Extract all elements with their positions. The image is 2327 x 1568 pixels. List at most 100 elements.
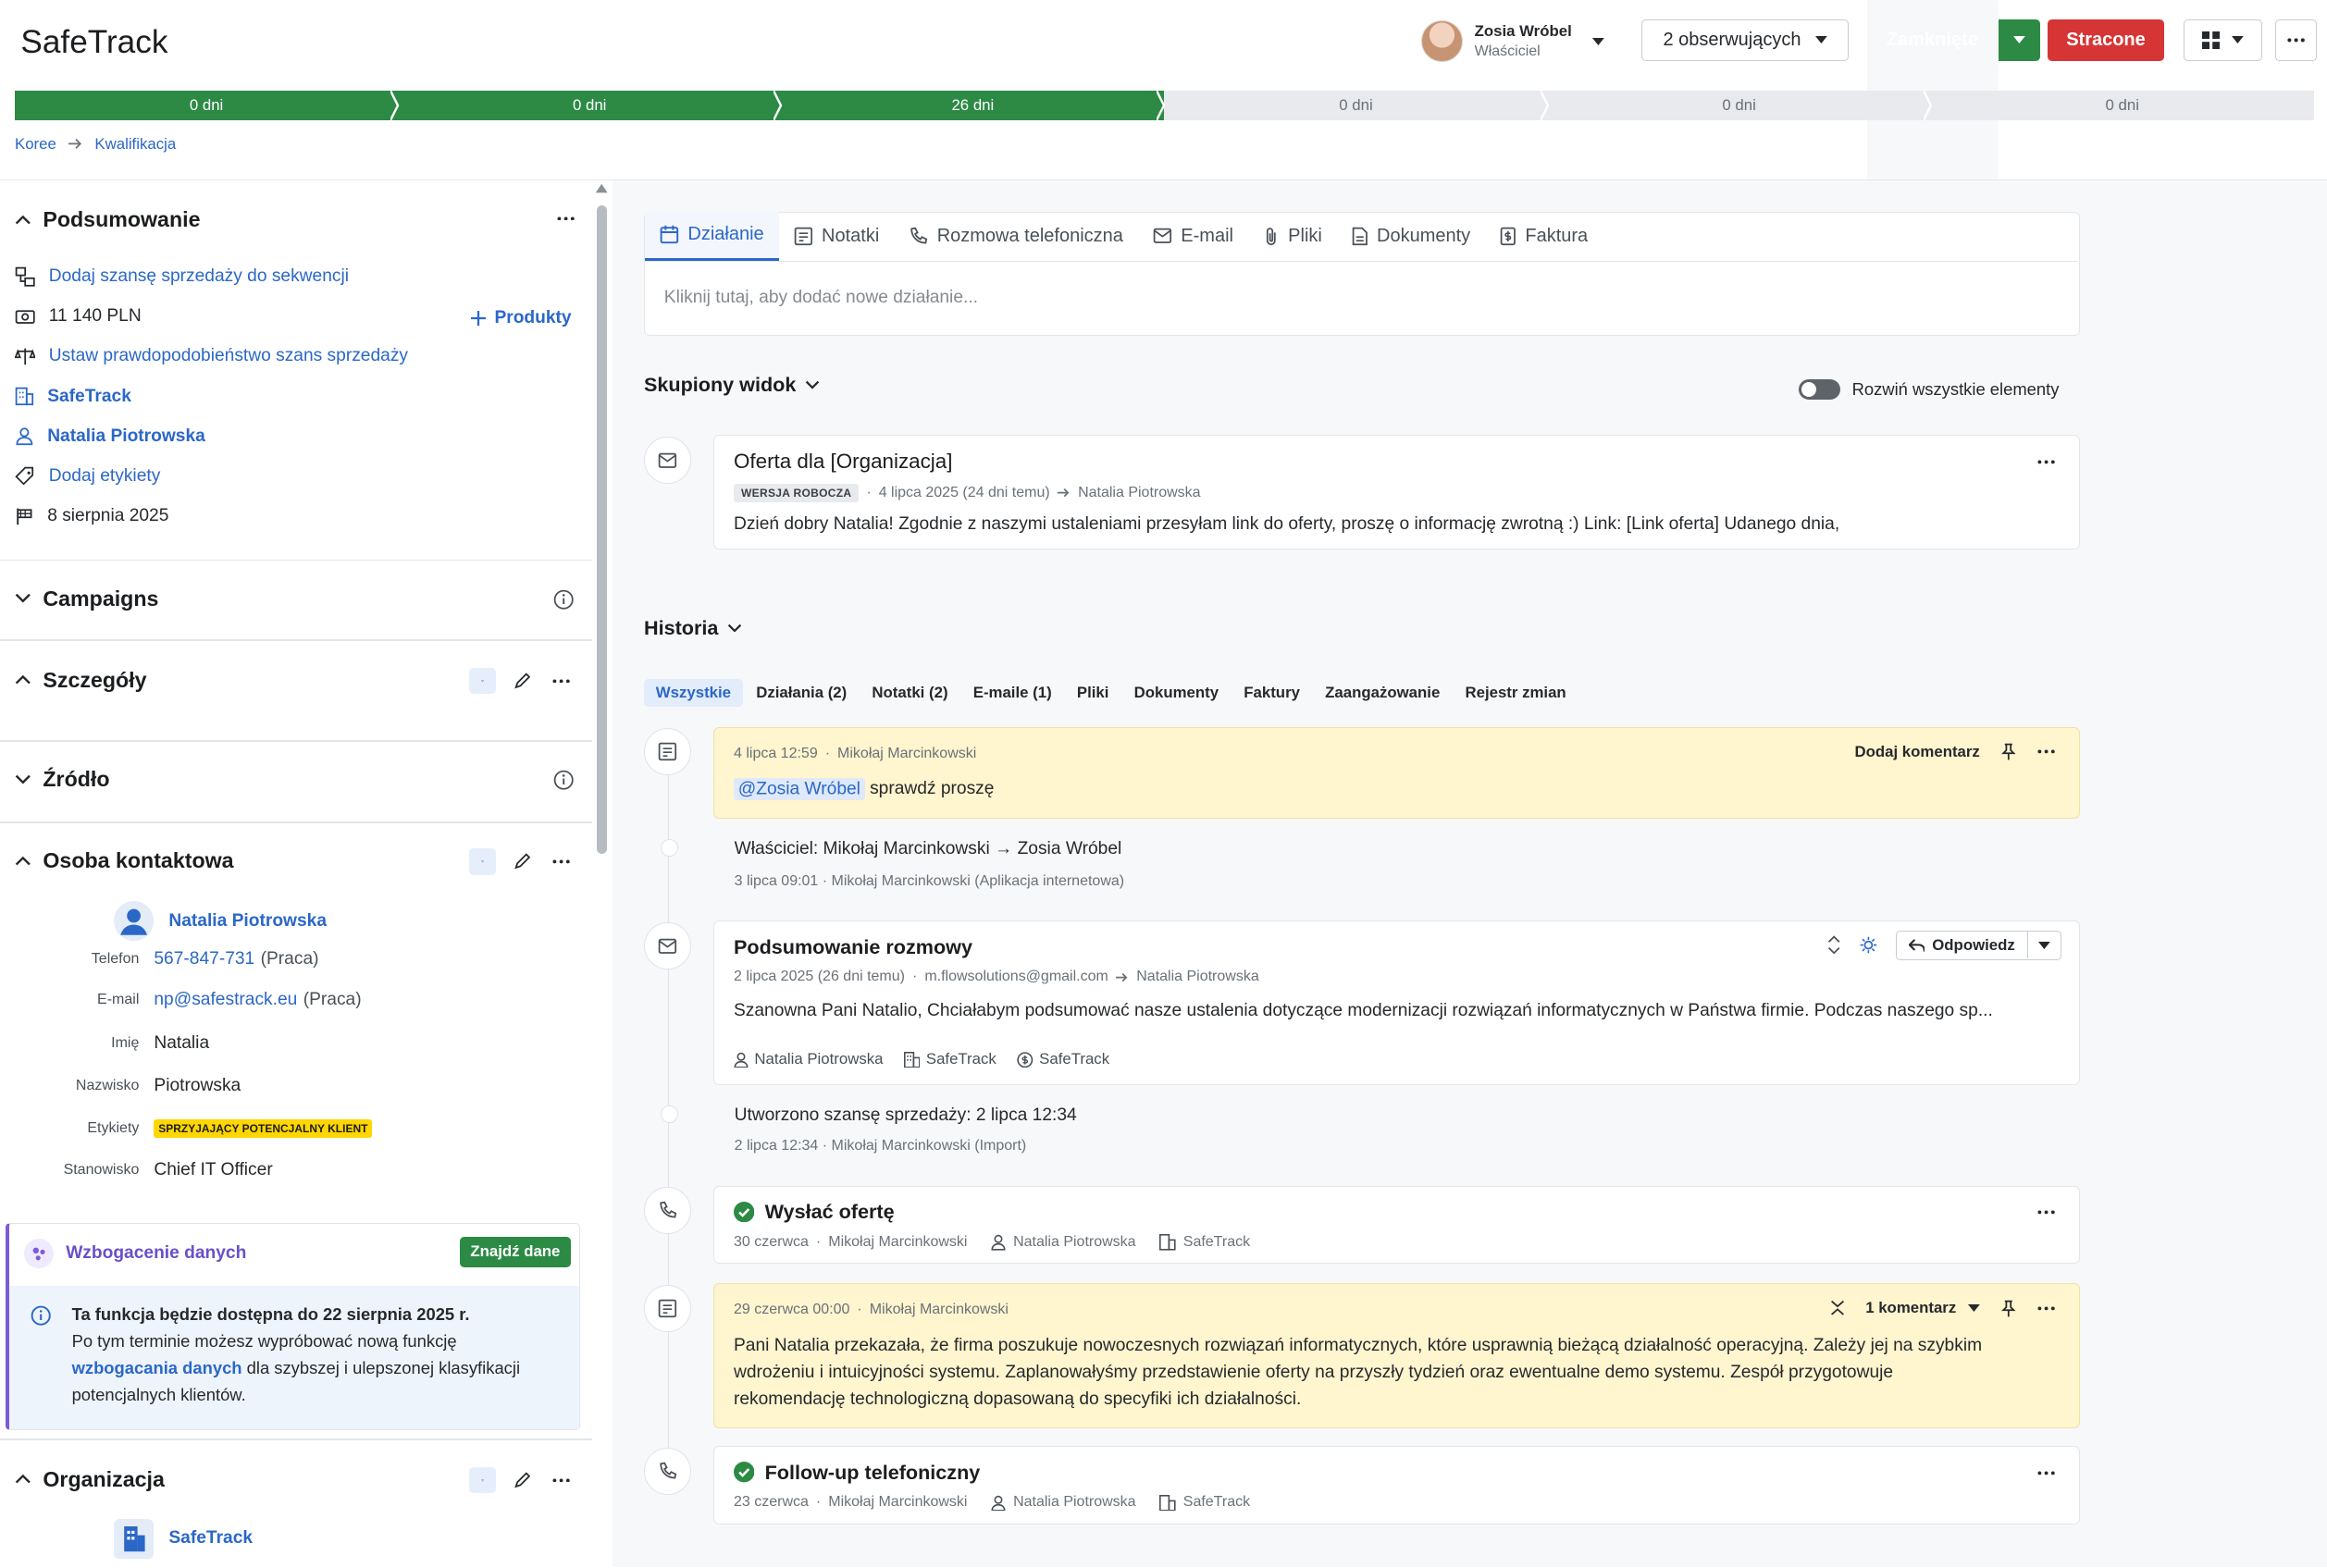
organization-name[interactable]: SafeTrack	[168, 1528, 253, 1549]
contact-position-row[interactable]: Stanowisko Chief IT Officer	[0, 1160, 273, 1180]
tab-activity[interactable]: Działanie	[645, 211, 779, 261]
section-organization-header[interactable]: Organizacja	[15, 1467, 165, 1492]
pipeline-stage[interactable]: 0 dni	[398, 90, 783, 120]
mention[interactable]: @Zosia Wróbel	[733, 777, 865, 800]
breadcrumb-stage[interactable]: Kwalifikacja	[94, 135, 176, 154]
filter-notes[interactable]: Notatki (2)	[860, 679, 960, 707]
more-dots-icon[interactable]	[548, 848, 575, 875]
section-summary-header[interactable]: Podsumowanie	[15, 207, 200, 232]
toggle-switch[interactable]	[1799, 378, 1840, 400]
summary-organization[interactable]: SafeTrack	[15, 387, 131, 407]
more-dots-icon[interactable]	[557, 216, 575, 221]
filter-files[interactable]: Pliki	[1065, 679, 1120, 707]
more-dots-icon[interactable]	[548, 1467, 575, 1494]
expand-all-toggle[interactable]: Rozwiń wszystkie elementy	[1799, 378, 2059, 400]
add-comment-button[interactable]: Dodaj komentarz	[1854, 743, 1979, 761]
expand-icon[interactable]	[1827, 935, 1840, 955]
tab-call[interactable]: Rozmowa telefoniczna	[894, 212, 1138, 261]
summary-add-sequence[interactable]: Dodaj szansę sprzedaży do sekwencji	[15, 266, 349, 287]
watchers-button[interactable]: 2 obserwujących	[1641, 19, 1850, 61]
more-dots-icon[interactable]	[2037, 460, 2055, 464]
linked-person[interactable]: Natalia Piotrowska	[734, 1050, 883, 1068]
reply-button[interactable]: Odpowiedz	[1897, 932, 2028, 959]
focus-view-toggle[interactable]: Skupiony widok	[644, 373, 820, 397]
more-dots-icon[interactable]	[2037, 1210, 2055, 1215]
activity-card[interactable]: Wysłać ofertę 30 czerwca · Mikołaj Marcink…	[713, 1185, 2080, 1265]
reply-dropdown-button[interactable]	[2028, 941, 2061, 949]
more-actions-button[interactable]	[2275, 19, 2317, 61]
pipeline-stage[interactable]: 26 dni	[781, 90, 1166, 120]
tab-files[interactable]: Pliki	[1248, 212, 1337, 261]
filter-icon[interactable]	[469, 847, 497, 875]
summary-labels[interactable]: Dodaj etykiety	[15, 466, 160, 487]
section-source-header[interactable]: Źródło	[15, 767, 110, 792]
products-button[interactable]: Produkty	[470, 308, 572, 328]
section-campaigns-header[interactable]: Campaigns	[15, 586, 158, 611]
contact-name-row[interactable]: Natalia Piotrowska	[114, 901, 327, 942]
more-dots-icon[interactable]	[2037, 1471, 2055, 1475]
collapse-icon[interactable]	[1830, 1300, 1845, 1316]
more-dots-icon[interactable]	[548, 668, 575, 695]
note-card[interactable]: 4 lipca 12:59 · Mikołaj Marcinkowski Dodaj…	[713, 726, 2080, 819]
edit-icon[interactable]	[509, 1467, 536, 1494]
pipeline-stage[interactable]: 0 dni	[1547, 90, 1933, 120]
contact-email[interactable]: np@safestrack.eu	[154, 990, 297, 1010]
email-links: Natalia Piotrowska SafeTrack SafeTrack	[734, 1050, 1109, 1068]
tab-invoice[interactable]: Faktura	[1485, 212, 1603, 261]
summary-person[interactable]: Natalia Piotrowska	[15, 426, 205, 447]
linked-organization[interactable]: SafeTrack	[903, 1050, 996, 1068]
tab-email[interactable]: E-mail	[1138, 212, 1248, 261]
pin-icon[interactable]	[2000, 1300, 2017, 1317]
filter-emails[interactable]: E-maile (1)	[961, 679, 1064, 707]
edit-icon[interactable]	[509, 668, 536, 695]
filter-invoices[interactable]: Faktury	[1232, 679, 1311, 707]
tab-notes[interactable]: Notatki	[779, 212, 895, 261]
find-data-button[interactable]: Znajdź dane	[460, 1236, 571, 1267]
view-switch-button[interactable]	[2184, 19, 2262, 61]
pin-icon[interactable]	[2000, 743, 2017, 760]
section-details-header[interactable]: Szczegóły	[15, 668, 147, 693]
activity-card[interactable]: Follow-up telefoniczny 23 czerwca · Mikoła…	[713, 1446, 2080, 1525]
contact-phone[interactable]: 567-847-731	[154, 949, 254, 969]
breadcrumb-pipeline[interactable]: Koree	[15, 135, 56, 154]
owner-selector[interactable]: Zosia Wróbel Właściciel	[1421, 18, 1611, 65]
contact-last-name-row[interactable]: Nazwisko Piotrowska	[0, 1076, 241, 1096]
history-toggle[interactable]: Historia	[644, 616, 742, 640]
lost-button[interactable]: Stracone	[2047, 19, 2165, 61]
filter-engagement[interactable]: Zaangażowanie	[1313, 679, 1452, 707]
filter-all[interactable]: Wszystkie	[644, 679, 743, 707]
pipeline-stage[interactable]: 0 dni	[1930, 90, 2314, 120]
pipeline-stage[interactable]: 0 dni	[15, 90, 400, 120]
info-icon[interactable]	[553, 589, 575, 610]
summary-probability[interactable]: Ustaw prawdopodobieństwo szans sprzedaży	[15, 346, 408, 366]
note-card[interactable]: 29 czerwca 00:00 · Mikołaj Marcinkowski 1 …	[713, 1283, 2080, 1428]
sidebar-scrollbar[interactable]	[595, 183, 608, 1567]
edit-icon[interactable]	[509, 848, 536, 875]
contact-first-name-row[interactable]: Imię Natalia	[0, 1033, 209, 1054]
filter-icon[interactable]	[469, 667, 497, 695]
summary-value[interactable]: 11 140 PLN	[15, 306, 142, 327]
contact-tags-row[interactable]: Etykiety SPRZYJAJĄCY POTENCJALNY KLIENT	[0, 1118, 373, 1138]
won-dropdown-button[interactable]	[1999, 36, 2040, 44]
organization-name-row[interactable]: SafeTrack	[114, 1518, 253, 1559]
more-dots-icon[interactable]	[2037, 1306, 2055, 1311]
tab-documents[interactable]: Dokumenty	[1337, 212, 1485, 261]
filter-changelog[interactable]: Rejestr zmian	[1454, 679, 1578, 707]
filter-activities[interactable]: Działania (2)	[744, 679, 859, 707]
more-dots-icon[interactable]	[2037, 749, 2055, 754]
tracking-icon[interactable]	[1859, 936, 1878, 954]
email-card[interactable]: Podsumowanie rozmowy Odpowiedz 2 lipca 2…	[713, 920, 2080, 1085]
scrollbar-thumb[interactable]	[596, 205, 607, 855]
filter-documents[interactable]: Dokumenty	[1122, 679, 1231, 707]
pipeline-stage[interactable]: 0 dni	[1164, 90, 1549, 120]
composer-input[interactable]: Kliknij tutaj, aby dodać nowe działanie.…	[664, 288, 978, 308]
draft-email-card[interactable]: Oferta dla [Organizacja] WERSJA ROBOCZA …	[713, 435, 2080, 549]
linked-deal[interactable]: SafeTrack	[1017, 1050, 1109, 1068]
enrichment-link[interactable]: wzbogacania danych	[72, 1358, 242, 1377]
filter-icon[interactable]	[469, 1466, 497, 1494]
info-icon[interactable]	[553, 770, 575, 790]
contact-name[interactable]: Natalia Piotrowska	[168, 911, 327, 932]
comments-toggle[interactable]: 1 komentarz	[1865, 1299, 1980, 1317]
section-contact-header[interactable]: Osoba kontaktowa	[15, 848, 234, 873]
summary-close-date[interactable]: 8 sierpnia 2025	[15, 506, 168, 526]
